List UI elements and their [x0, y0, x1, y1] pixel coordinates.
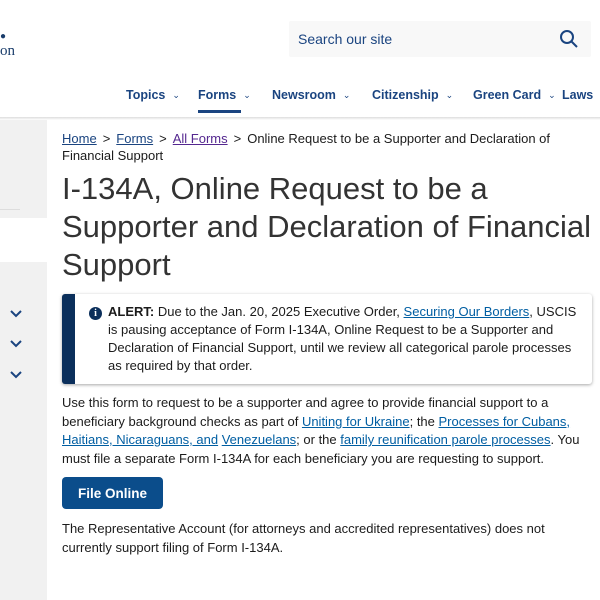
securing-our-borders-link[interactable]: Securing Our Borders: [404, 304, 530, 319]
nav-label: Forms: [198, 88, 237, 102]
chevron-down-icon[interactable]: [9, 370, 23, 380]
intro-paragraph: Use this form to request to be a support…: [62, 394, 592, 468]
logo[interactable]: ● on: [0, 28, 15, 59]
nav-label: Green Card: [473, 88, 542, 102]
nav-newsroom[interactable]: Newsroom ⌄: [272, 88, 350, 102]
representative-note: The Representative Account (for attorney…: [62, 519, 592, 557]
nav-citizenship[interactable]: Citizenship ⌄: [372, 88, 453, 102]
breadcrumb-forms[interactable]: Forms: [116, 131, 153, 146]
nav-green-card[interactable]: Green Card ⌄: [473, 88, 556, 102]
chevron-down-icon: ⌄: [548, 89, 556, 100]
nav-label: Newsroom: [272, 88, 336, 102]
logo-text: on: [0, 43, 15, 59]
info-icon: i: [89, 307, 102, 320]
chevron-down-icon: ⌄: [172, 89, 180, 100]
alert-text: ALERT: Due to the Jan. 20, 2025 Executiv…: [108, 303, 582, 375]
uniting-for-ukraine-link[interactable]: Uniting for Ukraine: [302, 414, 410, 429]
chevron-down-icon[interactable]: [9, 339, 23, 349]
text: ; or the: [296, 432, 341, 447]
chevron-down-icon[interactable]: [9, 309, 23, 319]
sidebar-divider: [0, 209, 20, 210]
header-divider: [0, 117, 600, 120]
nav-label: Citizenship: [372, 88, 439, 102]
nav-topics[interactable]: Topics ⌄: [126, 88, 180, 102]
text: background checks as part of: [128, 413, 302, 429]
nav-label: Topics: [126, 88, 166, 102]
search-input[interactable]: Search our site: [289, 21, 591, 57]
chnv-processes-link-cont[interactable]: Venezuelans: [222, 432, 296, 447]
text: beneficiary you are requesting to suppor…: [304, 450, 544, 466]
search-icon[interactable]: [559, 29, 579, 49]
sidebar-menu: [0, 262, 47, 600]
chevron-down-icon: ⌄: [342, 89, 351, 100]
breadcrumb: Home > Forms > All Forms > Online Request to b…: [62, 131, 551, 163]
breadcrumb-all-forms[interactable]: All Forms: [173, 131, 228, 146]
chevron-down-icon: ⌄: [243, 89, 251, 100]
text: filing of Form I-134A.: [162, 540, 284, 555]
alert-label: ALERT:: [108, 304, 155, 319]
nav-label: Laws: [562, 88, 594, 102]
nav-forms[interactable]: Forms ⌄: [198, 88, 251, 113]
sidebar-top: [0, 120, 47, 218]
chevron-down-icon: ⌄: [445, 89, 454, 100]
nav-laws[interactable]: Laws: [562, 88, 593, 102]
text: ; the: [409, 413, 439, 429]
family-reunification-link[interactable]: family reunification parole processes: [340, 432, 550, 447]
page-title: I-134A, Online Request to be a Supporter…: [62, 170, 592, 284]
search-placeholder: Search our site: [298, 31, 393, 47]
alert-text-part: Due to the Jan. 20, 2025 Executive Order…: [154, 304, 404, 319]
main-content: Home > Forms > All Forms > Online Request to b…: [62, 130, 592, 557]
file-online-button[interactable]: File Online: [62, 477, 163, 509]
alert-box: i ALERT: Due to the Jan. 20, 2025 Execut…: [62, 294, 592, 384]
breadcrumb-home[interactable]: Home: [62, 131, 97, 146]
text: The Representative Account (for attorney…: [62, 521, 545, 555]
